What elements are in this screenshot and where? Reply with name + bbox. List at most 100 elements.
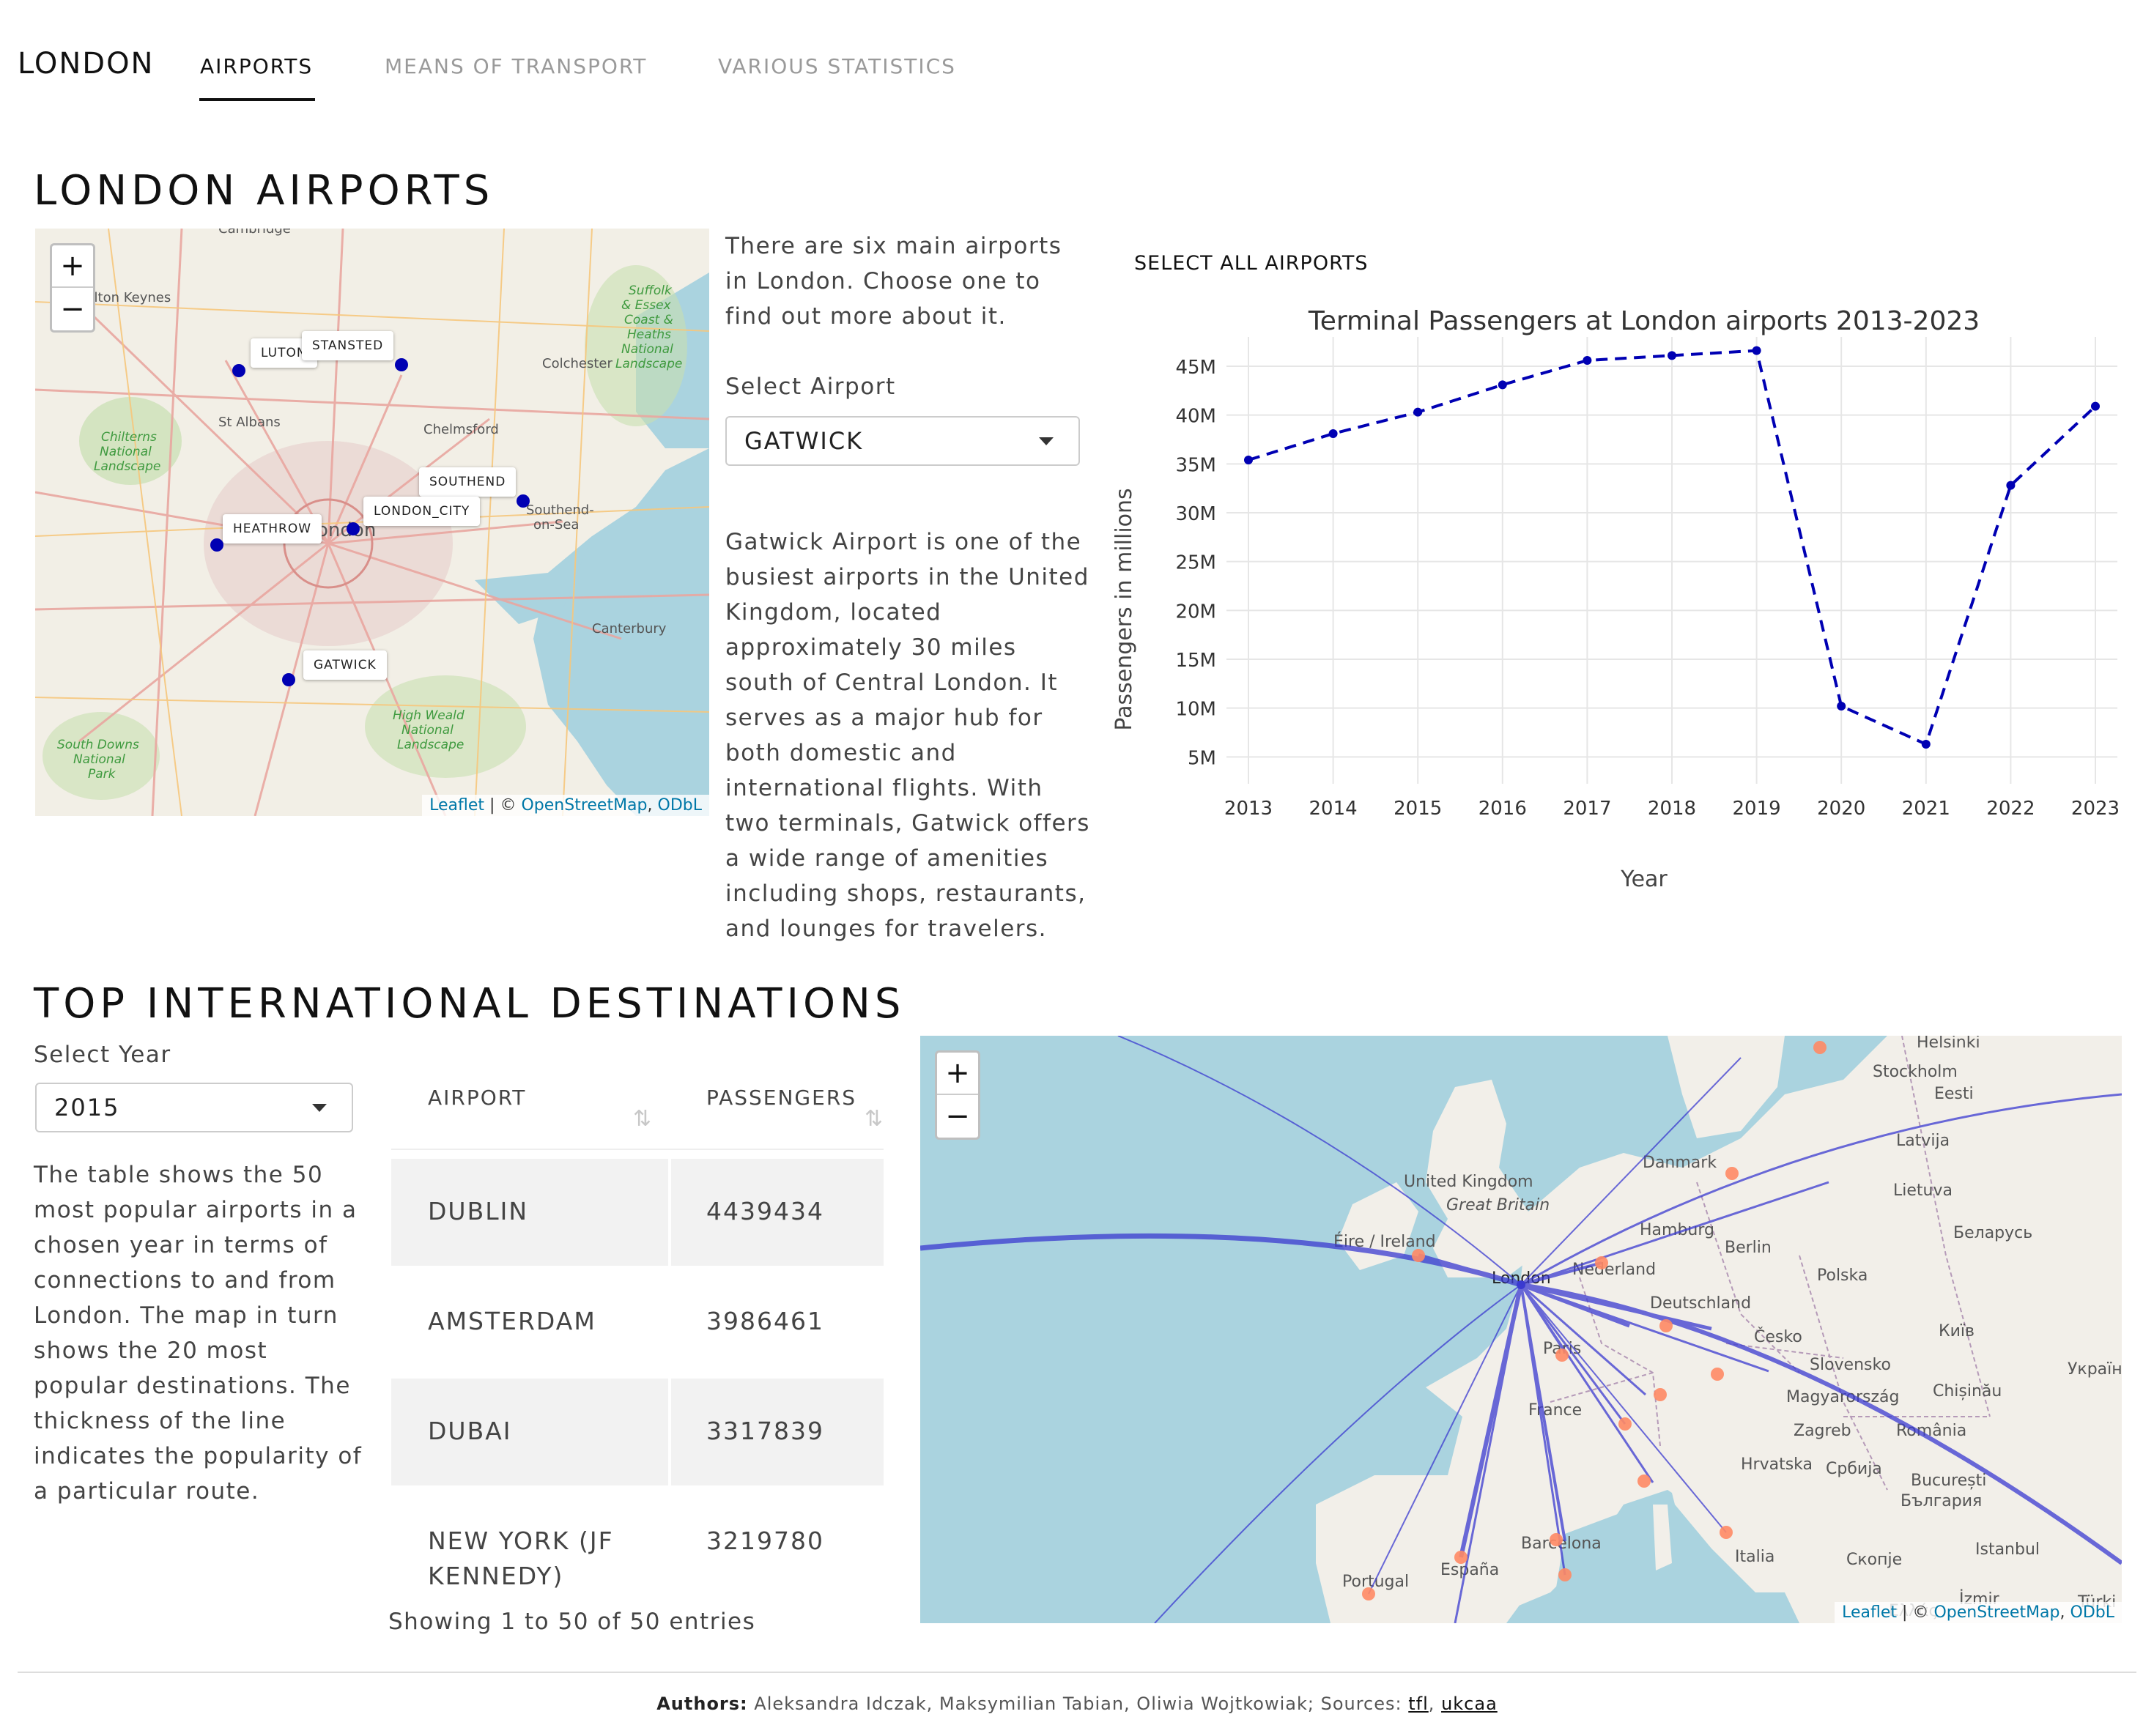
- footer-separator: ,: [1428, 1694, 1435, 1714]
- airport-description: Gatwick Airport is one of the busiest ai…: [725, 529, 1090, 942]
- x-tick-label: 2023: [2071, 798, 2120, 820]
- svg-text:България: България: [1901, 1492, 1982, 1510]
- sort-icon[interactable]: ⇅: [865, 1106, 883, 1132]
- footer: Authors: Aleksandra Idczak, Maksymilian …: [0, 1694, 2154, 1714]
- leaflet-link[interactable]: Leaflet: [1842, 1603, 1897, 1622]
- data-point: [1328, 429, 1338, 438]
- destinations-map-zoom-control: + −: [935, 1050, 980, 1140]
- airport-select-value: GATWICK: [744, 427, 864, 455]
- marker-luton[interactable]: [232, 364, 245, 377]
- destinations-map-tiles: Stockholm Helsinki Eesti Latvija Lietuva Бе…: [920, 1036, 2122, 1623]
- destinations-map[interactable]: Stockholm Helsinki Eesti Latvija Lietuva Бе…: [920, 1036, 2122, 1623]
- chevron-down-icon: [1039, 437, 1054, 445]
- x-tick-label: 2014: [1309, 798, 1358, 820]
- header-divider: [391, 1149, 884, 1150]
- select-all-airports-button[interactable]: SELECT ALL AIRPORTS: [1134, 252, 1369, 275]
- y-tick-label: 45M: [1175, 357, 1216, 379]
- svg-text:Скопје: Скопје: [1846, 1551, 1902, 1569]
- x-tick-label: 2013: [1224, 798, 1273, 820]
- airports-map-attribution: Leaflet | © OpenStreetMap, ODbL: [422, 795, 709, 816]
- marker-southend[interactable]: [517, 494, 530, 508]
- tab-means-of-transport[interactable]: MEANS OF TRANSPORT: [385, 54, 647, 78]
- svg-text:Latvija: Latvija: [1896, 1132, 1950, 1150]
- data-point: [1244, 456, 1253, 464]
- airport-select[interactable]: GATWICK: [725, 416, 1080, 466]
- column-header-passengers[interactable]: PASSENGERS: [706, 1086, 856, 1110]
- y-tick-label: 35M: [1175, 454, 1216, 476]
- chart-x-axis-label: Year: [1620, 867, 1668, 892]
- data-point: [1837, 702, 1846, 711]
- svg-text:Great Britain: Great Britain: [1446, 1196, 1550, 1214]
- svg-text:Slovensko: Slovensko: [1810, 1356, 1891, 1374]
- svg-text:United Kingdom: United Kingdom: [1404, 1173, 1533, 1191]
- x-tick-label: 2015: [1394, 798, 1442, 820]
- footer-source-ukcaa-link[interactable]: ukcaa: [1441, 1694, 1498, 1714]
- svg-text:Istanbul: Istanbul: [1975, 1540, 2040, 1559]
- tab-various-statistics[interactable]: VARIOUS STATISTICS: [718, 54, 956, 78]
- footer-divider: [18, 1672, 2136, 1673]
- brand-title[interactable]: LONDON: [18, 47, 154, 81]
- tab-airports[interactable]: AIRPORTS: [200, 54, 313, 78]
- svg-text:Italia: Italia: [1735, 1548, 1774, 1566]
- y-tick-label: 15M: [1175, 650, 1216, 672]
- footer-authors-label: Authors:: [656, 1694, 748, 1714]
- marker-stansted[interactable]: [395, 358, 408, 371]
- attribution-separator: | ©: [1897, 1603, 1934, 1622]
- year-select[interactable]: 2015: [35, 1083, 353, 1132]
- svg-text:Eesti: Eesti: [1934, 1085, 1974, 1103]
- airports-map[interactable]: Milton Keynes Cambridge St Albans Chelms…: [35, 229, 709, 816]
- y-tick-label: 10M: [1175, 699, 1216, 721]
- osm-link[interactable]: OpenStreetMap: [521, 796, 647, 815]
- svg-text:Zagreb: Zagreb: [1794, 1422, 1851, 1440]
- marker-heathrow[interactable]: [210, 538, 223, 552]
- select-airport-label: Select Airport: [725, 374, 896, 400]
- table-info: Showing 1 to 50 of 50 entries: [388, 1609, 756, 1635]
- section-title-top-destinations: TOP INTERNATIONAL DESTINATIONS: [34, 980, 906, 1028]
- footer-authors: Aleksandra Idczak, Maksymilian Tabian, O…: [754, 1694, 1402, 1714]
- sort-icon[interactable]: ⇅: [633, 1106, 651, 1132]
- table-row-1-passengers: 3986461: [706, 1307, 824, 1335]
- svg-text:Polska: Polska: [1817, 1266, 1868, 1285]
- chevron-down-icon: [312, 1104, 327, 1112]
- data-point: [2006, 481, 2016, 490]
- svg-text:España: España: [1440, 1561, 1499, 1579]
- svg-text:Hrvatska: Hrvatska: [1741, 1455, 1813, 1474]
- footer-source-tfl-link[interactable]: tfl: [1408, 1694, 1429, 1714]
- column-header-airport[interactable]: AIRPORT: [428, 1086, 526, 1110]
- data-point: [1583, 356, 1592, 365]
- svg-text:Київ: Київ: [1939, 1322, 1974, 1340]
- svg-text:Portugal: Portugal: [1342, 1573, 1409, 1591]
- svg-text:France: France: [1528, 1401, 1582, 1420]
- y-tick-label: 30M: [1175, 503, 1216, 525]
- svg-text:Deutschland: Deutschland: [1650, 1294, 1751, 1313]
- chart-y-axis-label: Passengers in millions: [1111, 488, 1137, 730]
- svg-text:Беларусь: Беларусь: [1953, 1224, 2032, 1242]
- x-tick-label: 2020: [1817, 798, 1865, 820]
- osm-link[interactable]: OpenStreetMap: [1933, 1603, 2059, 1622]
- marker-london-city[interactable]: [347, 522, 360, 535]
- y-tick-label: 25M: [1175, 552, 1216, 574]
- data-point: [1668, 351, 1676, 360]
- table-row-2-airport: DUBAI: [428, 1417, 512, 1445]
- zoom-in-button[interactable]: +: [937, 1053, 978, 1095]
- section-title-london-airports: LONDON AIRPORTS: [34, 167, 495, 215]
- attribution-separator: | ©: [484, 796, 522, 815]
- table-row-1-airport: AMSTERDAM: [428, 1307, 596, 1335]
- destinations-description: The table shows the 50 most popular airp…: [34, 1162, 363, 1505]
- odbl-link[interactable]: ODbL: [2070, 1603, 2114, 1622]
- x-tick-label: 2016: [1478, 798, 1527, 820]
- data-point: [1498, 380, 1507, 390]
- table-row-3-airport: NEW YORK (JF KENNEDY): [428, 1527, 614, 1590]
- select-year-label: Select Year: [34, 1042, 171, 1068]
- x-tick-label: 2019: [1733, 798, 1781, 820]
- svg-text:Chișinău: Chișinău: [1933, 1382, 2002, 1401]
- leaflet-link[interactable]: Leaflet: [429, 796, 484, 815]
- y-tick-label: 40M: [1175, 406, 1216, 428]
- marker-gatwick[interactable]: [282, 673, 295, 686]
- x-tick-label: 2022: [1986, 798, 2035, 820]
- chart-grid: [1226, 337, 2117, 784]
- table-row-3-passengers: 3219780: [706, 1527, 824, 1555]
- zoom-out-button[interactable]: −: [937, 1095, 978, 1138]
- odbl-link[interactable]: ODbL: [658, 796, 702, 815]
- data-point: [1921, 740, 1931, 749]
